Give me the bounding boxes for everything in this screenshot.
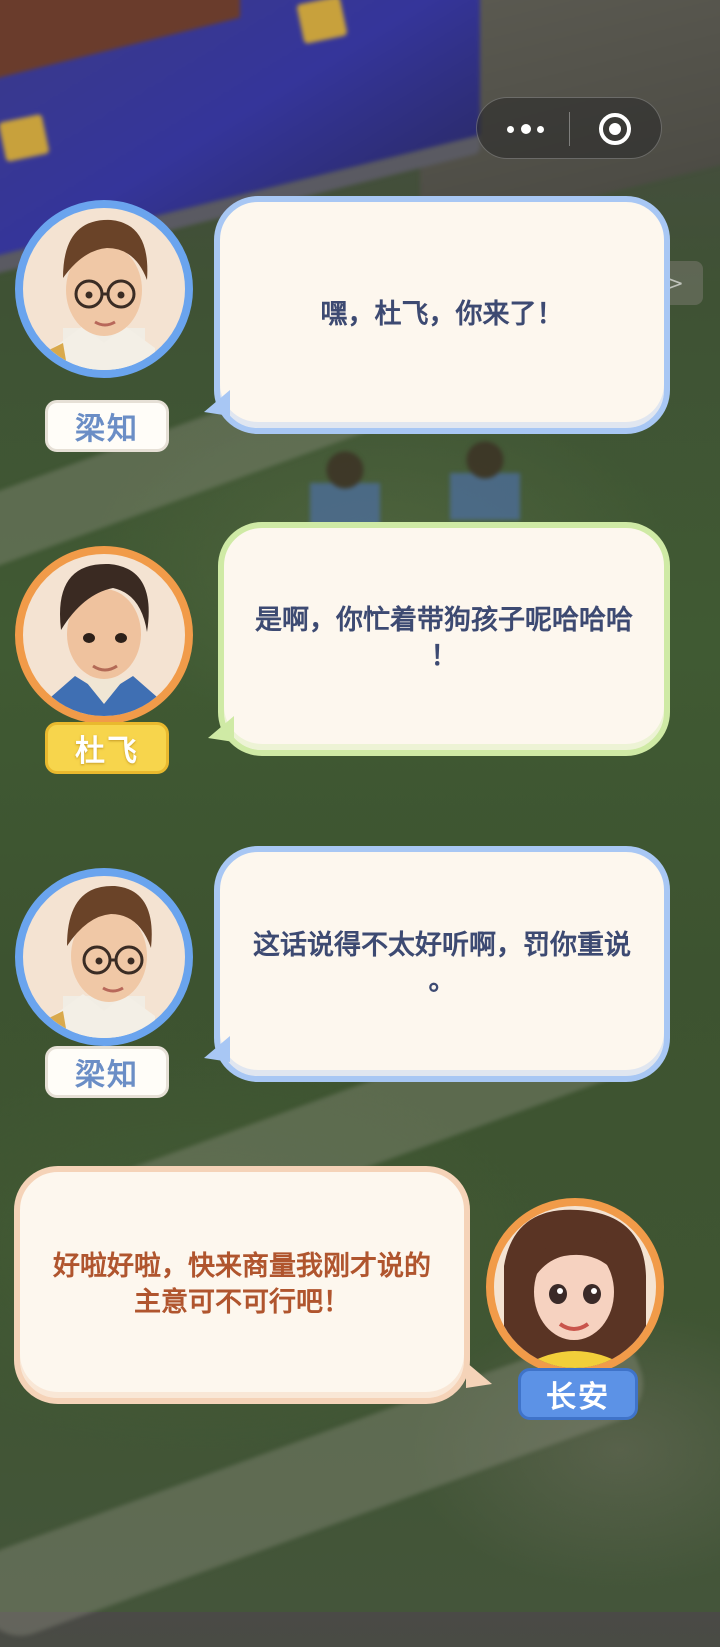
dialogue-text: 是啊，你忙着带狗孩子呢哈哈哈 ！ <box>255 605 633 672</box>
speaker-name-tag: 梁知 <box>45 400 169 452</box>
dialogue-bubble[interactable]: 好啦好啦，快来商量我刚才说的 主意可不可行吧！ <box>14 1166 470 1404</box>
miniprogram-capsule <box>476 97 662 159</box>
dialogue-bubble[interactable]: 这话说得不太好听啊，罚你重说 。 <box>214 846 670 1082</box>
avatar-liangzhi <box>15 868 193 1046</box>
bubble-tail <box>208 716 234 742</box>
speaker-name-tag: 长安 <box>518 1368 638 1420</box>
bubble-tail <box>466 1362 492 1388</box>
bubble-tail <box>204 1036 230 1062</box>
avatar-dufei <box>15 546 193 724</box>
dialogue-text: 嘿，杜飞，你来了！ <box>320 299 564 330</box>
dialogue-bubble[interactable]: 是啊，你忙着带狗孩子呢哈哈哈 ！ <box>218 522 670 756</box>
target-close-icon[interactable] <box>599 113 631 145</box>
avatar-changan <box>486 1198 664 1376</box>
avatar-liangzhi <box>15 200 193 378</box>
dialogue-text: 好啦好啦，快来商量我刚才说的 主意可不可行吧！ <box>53 1251 431 1318</box>
speaker-name-tag: 梁知 <box>45 1046 169 1098</box>
speaker-name-tag: 杜飞 <box>45 722 169 774</box>
dialogue-text: 这话说得不太好听啊，罚你重说 。 <box>253 930 631 997</box>
capsule-divider <box>569 112 570 146</box>
more-dots-icon[interactable] <box>503 116 553 142</box>
bubble-tail <box>204 390 230 416</box>
dialogue-bubble[interactable]: 嘿，杜飞，你来了！ <box>214 196 670 434</box>
